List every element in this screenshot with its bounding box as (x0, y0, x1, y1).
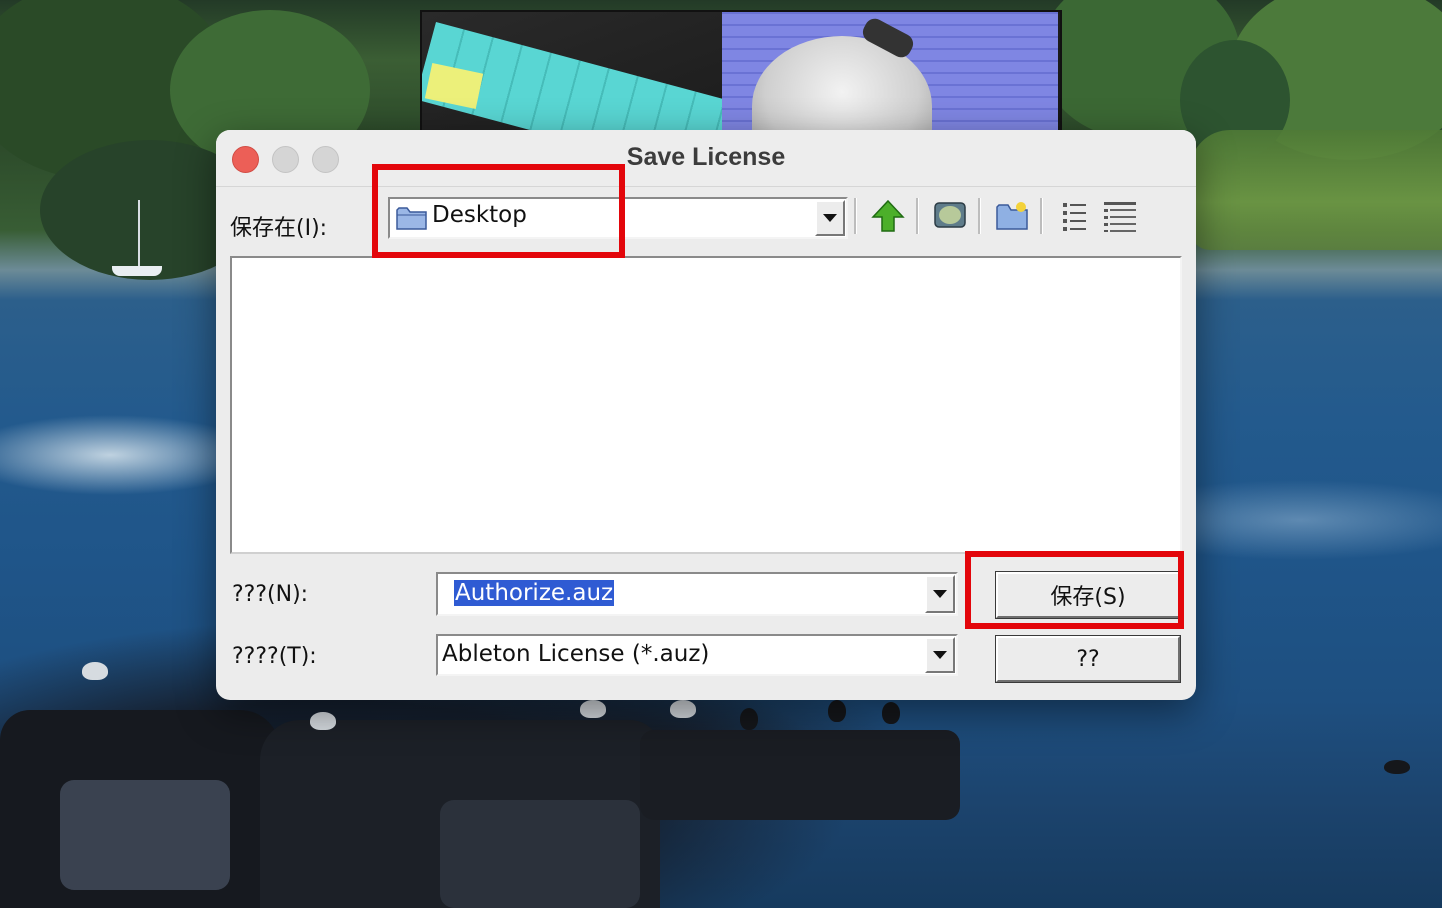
title-bar[interactable]: Save License (216, 130, 1196, 187)
desktop-icon (934, 202, 966, 228)
new-folder-button[interactable] (994, 198, 1030, 234)
details-view-button[interactable] (1100, 198, 1140, 234)
background-app-window[interactable] (420, 10, 1062, 136)
new-folder-icon (996, 202, 1028, 230)
filename-value-wrap: Authorize.auz (454, 580, 615, 606)
save-in-label: 保存在(I): (230, 216, 328, 241)
desktop-button[interactable] (932, 198, 968, 234)
save-in-value: Desktop (432, 202, 527, 228)
file-list-area[interactable] (230, 256, 1182, 554)
cancel-button[interactable]: ?? (995, 635, 1181, 683)
save-button[interactable]: 保存(S) (995, 571, 1181, 619)
up-one-level-button[interactable] (870, 198, 906, 234)
chevron-down-icon (933, 590, 947, 598)
details-view-icon (1104, 202, 1136, 232)
filename-label: ???(N): (232, 582, 309, 607)
rock (640, 730, 960, 820)
rock (440, 800, 640, 908)
dialog-title: Save License (626, 143, 786, 171)
chevron-down-icon (933, 651, 947, 659)
filename-input[interactable]: Authorize.auz (436, 572, 958, 616)
filetype-label: ????(T): (232, 644, 317, 669)
seagull (670, 700, 696, 718)
rock (60, 780, 230, 890)
toolbar-separator (1040, 198, 1043, 234)
seagull (82, 662, 108, 680)
toolbar-separator (916, 198, 919, 234)
save-in-dropdown[interactable]: Desktop (388, 197, 848, 239)
duck (740, 708, 758, 730)
seagull (580, 700, 606, 718)
list-view-button[interactable] (1056, 198, 1092, 234)
toolbar-separator (978, 198, 981, 234)
toolbar-separator (854, 198, 857, 234)
save-in-dropdown-button[interactable] (815, 200, 845, 236)
duck (1384, 760, 1410, 774)
filetype-dropdown-button[interactable] (925, 637, 955, 673)
folder-icon (396, 207, 427, 230)
boat-mast (138, 200, 140, 266)
filename-dropdown-button[interactable] (925, 575, 955, 613)
shore (1190, 130, 1442, 250)
duck (828, 700, 846, 722)
filetype-dropdown[interactable]: Ableton License (*.auz) (436, 634, 958, 676)
seagull (310, 712, 336, 730)
up-one-level-icon (871, 199, 905, 232)
save-license-dialog: Save License 保存在(I): Desktop ???(N): Aut… (216, 130, 1196, 700)
boat (112, 266, 162, 276)
duck (882, 702, 900, 724)
filename-value: Authorize.auz (454, 580, 615, 606)
chevron-down-icon (823, 214, 837, 222)
filetype-value: Ableton License (*.auz) (442, 641, 710, 667)
list-view-icon (1063, 203, 1086, 231)
